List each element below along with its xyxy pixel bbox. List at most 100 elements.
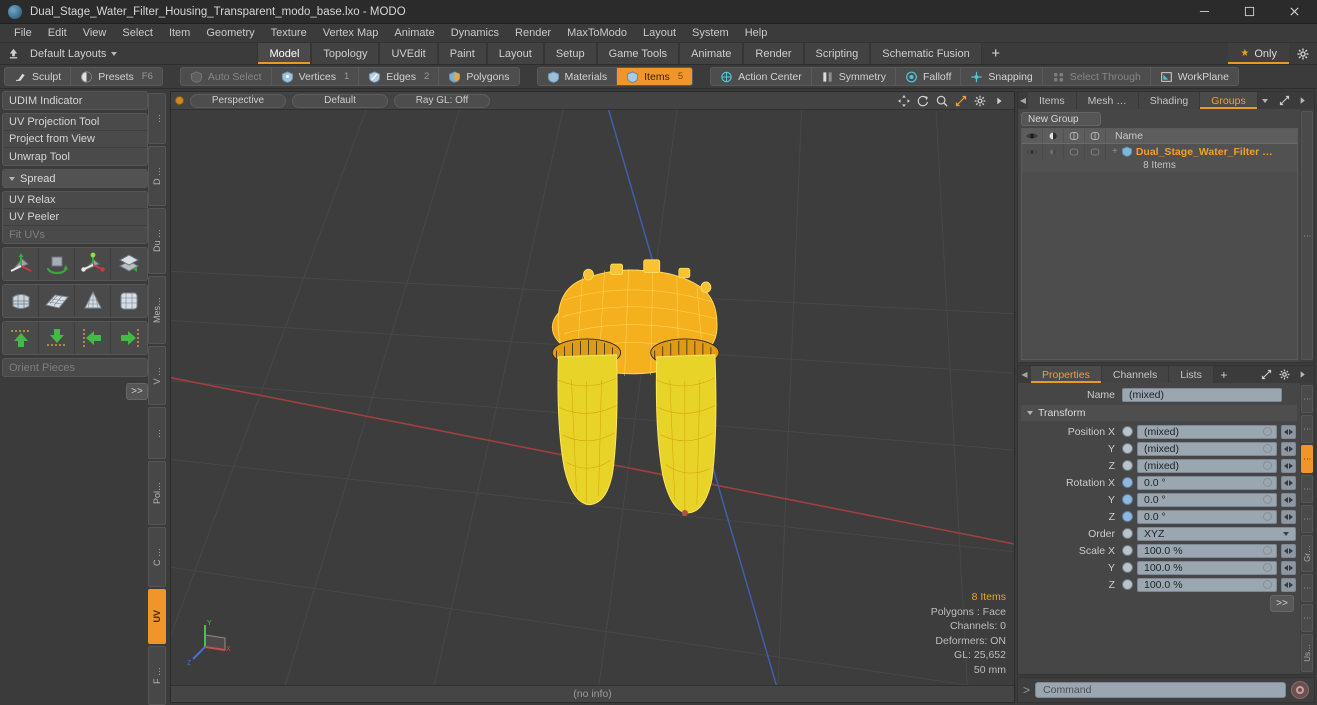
prop-vtab-3[interactable]: ⋮: [1301, 475, 1313, 504]
tab-shading[interactable]: Shading: [1138, 92, 1201, 109]
pan-icon[interactable]: [898, 94, 910, 107]
groups-vstrip-tab[interactable]: ⋮: [1301, 111, 1313, 360]
left-vtab-0[interactable]: …: [148, 93, 166, 145]
uv-relax-button[interactable]: UV Relax: [3, 192, 147, 209]
rotation-y-spinner[interactable]: [1281, 492, 1296, 507]
prop-vtab-0[interactable]: ⋮: [1301, 385, 1313, 414]
menu-render[interactable]: Render: [507, 24, 559, 43]
prop-vtab-7[interactable]: ⋮: [1301, 604, 1313, 633]
tab-items[interactable]: Items: [1027, 92, 1077, 109]
viewport-raygl-dropdown[interactable]: Ray GL: Off: [394, 93, 490, 108]
scale-x-radio[interactable]: [1122, 545, 1133, 556]
scale-y-radio[interactable]: [1122, 562, 1133, 573]
row-visibility-toggle[interactable]: [1022, 144, 1043, 159]
left-vtab-curve[interactable]: C …: [148, 526, 166, 588]
items-mode-button[interactable]: Items 5: [617, 68, 693, 85]
rotation-y-radio[interactable]: [1122, 494, 1133, 505]
layout-tab-layout[interactable]: Layout: [486, 43, 544, 64]
chevron-right-icon[interactable]: [1297, 369, 1308, 380]
uv-align-left-button[interactable]: [75, 322, 111, 354]
scale-x-field[interactable]: 100.0 %: [1137, 543, 1277, 558]
left-vtab-5[interactable]: …: [148, 407, 166, 459]
uv-cube-unwrap-button[interactable]: [3, 285, 39, 317]
row-render-toggle[interactable]: [1085, 144, 1106, 159]
transform-section-header[interactable]: Transform: [1021, 405, 1297, 421]
uv-projection-tool-button[interactable]: UV Projection Tool: [3, 114, 147, 131]
uv-peeler-button[interactable]: UV Peeler: [3, 209, 147, 226]
expand-icon[interactable]: [1279, 95, 1290, 106]
left-vtab-uv[interactable]: UV: [148, 589, 166, 644]
layout-tab-model[interactable]: Model: [257, 43, 312, 64]
project-from-view-button[interactable]: Project from View: [3, 131, 147, 148]
expand-icon[interactable]: [1261, 369, 1272, 380]
viewport-shading-dropdown[interactable]: Default: [292, 93, 388, 108]
scale-y-field[interactable]: 100.0 %: [1137, 560, 1277, 575]
layout-tab-paint[interactable]: Paint: [437, 43, 487, 64]
uv-move-tool-button[interactable]: [3, 248, 39, 280]
gear-icon[interactable]: [1279, 369, 1290, 380]
position-z-field[interactable]: (mixed): [1137, 458, 1277, 473]
row-shading-toggle[interactable]: [1043, 144, 1064, 159]
add-layout-tab-button[interactable]: +: [981, 43, 1010, 64]
left-vtab-deform[interactable]: D …: [148, 146, 166, 207]
layout-tab-game-tools[interactable]: Game Tools: [596, 43, 680, 64]
row-wireframe-toggle[interactable]: [1064, 144, 1085, 159]
position-y-field[interactable]: (mixed): [1137, 441, 1277, 456]
udim-indicator-button[interactable]: UDIM Indicator: [3, 92, 147, 109]
fit-icon[interactable]: [955, 95, 967, 107]
rotation-y-field[interactable]: 0.0 °: [1137, 492, 1277, 507]
order-dropdown[interactable]: XYZ: [1137, 526, 1296, 541]
tab-lists[interactable]: Lists: [1169, 366, 1214, 383]
menu-layout[interactable]: Layout: [635, 24, 684, 43]
fit-uvs-button[interactable]: Fit UVs: [3, 226, 147, 243]
record-macro-button[interactable]: [1291, 681, 1309, 699]
chevron-right-icon[interactable]: [1297, 95, 1308, 106]
symmetry-button[interactable]: Symmetry: [812, 68, 896, 85]
tab-properties[interactable]: Properties: [1031, 366, 1102, 383]
snapping-button[interactable]: Snapping: [961, 68, 1043, 85]
scale-z-radio[interactable]: [1122, 579, 1133, 590]
position-z-spinner[interactable]: [1281, 458, 1296, 473]
menu-item[interactable]: Item: [161, 24, 198, 43]
uv-rotate-tool-button[interactable]: [39, 248, 75, 280]
layout-home-icon[interactable]: [0, 43, 26, 64]
rotation-z-field[interactable]: 0.0 °: [1137, 509, 1277, 524]
position-x-field[interactable]: (mixed): [1137, 424, 1277, 439]
menu-select[interactable]: Select: [114, 24, 161, 43]
menu-vertex-map[interactable]: Vertex Map: [315, 24, 387, 43]
position-y-spinner[interactable]: [1281, 441, 1296, 456]
tabs-overflow-chevron-icon[interactable]: [1258, 92, 1273, 109]
sculpt-button[interactable]: Sculpt: [5, 68, 72, 85]
spread-section-header[interactable]: Spread: [3, 170, 147, 187]
properties-scroll-left-icon[interactable]: ◀: [1018, 366, 1031, 383]
left-vtab-mesh[interactable]: Mes…: [148, 275, 166, 344]
edges-mode-button[interactable]: Edges 2: [359, 68, 440, 85]
tab-groups[interactable]: Groups: [1200, 92, 1258, 109]
left-vtab-vertex[interactable]: V …: [148, 345, 166, 406]
layout-tab-setup[interactable]: Setup: [543, 43, 597, 64]
left-vtab-duplicate[interactable]: Du …: [148, 208, 166, 274]
menu-system[interactable]: System: [684, 24, 737, 43]
gear-icon[interactable]: [974, 95, 986, 107]
expand-row-icon[interactable]: +: [1112, 146, 1118, 157]
viewport-canvas[interactable]: 8 Items Polygons : Face Channels: 0 Defo…: [171, 110, 1014, 685]
prop-vtab-users[interactable]: Us…: [1301, 634, 1313, 672]
unwrap-tool-button[interactable]: Unwrap Tool: [3, 148, 147, 165]
column-shading[interactable]: [1043, 129, 1064, 143]
add-properties-tab-button[interactable]: +: [1214, 366, 1234, 383]
rotation-z-spinner[interactable]: [1281, 509, 1296, 524]
falloff-button[interactable]: Falloff: [896, 68, 962, 85]
viewport-projection-dropdown[interactable]: Perspective: [190, 93, 286, 108]
prop-vtab-2[interactable]: ⋮: [1301, 445, 1313, 474]
name-field[interactable]: (mixed): [1122, 387, 1282, 402]
position-y-radio[interactable]: [1122, 443, 1133, 454]
uv-scale-tool-button[interactable]: [75, 248, 111, 280]
position-z-radio[interactable]: [1122, 460, 1133, 471]
scale-z-field[interactable]: 100.0 %: [1137, 577, 1277, 592]
position-x-spinner[interactable]: [1281, 424, 1296, 439]
menu-view[interactable]: View: [75, 24, 115, 43]
layout-tab-animate[interactable]: Animate: [679, 43, 744, 64]
menu-edit[interactable]: Edit: [40, 24, 75, 43]
workplane-button[interactable]: WorkPlane: [1151, 68, 1238, 85]
column-render[interactable]: [1085, 129, 1106, 143]
